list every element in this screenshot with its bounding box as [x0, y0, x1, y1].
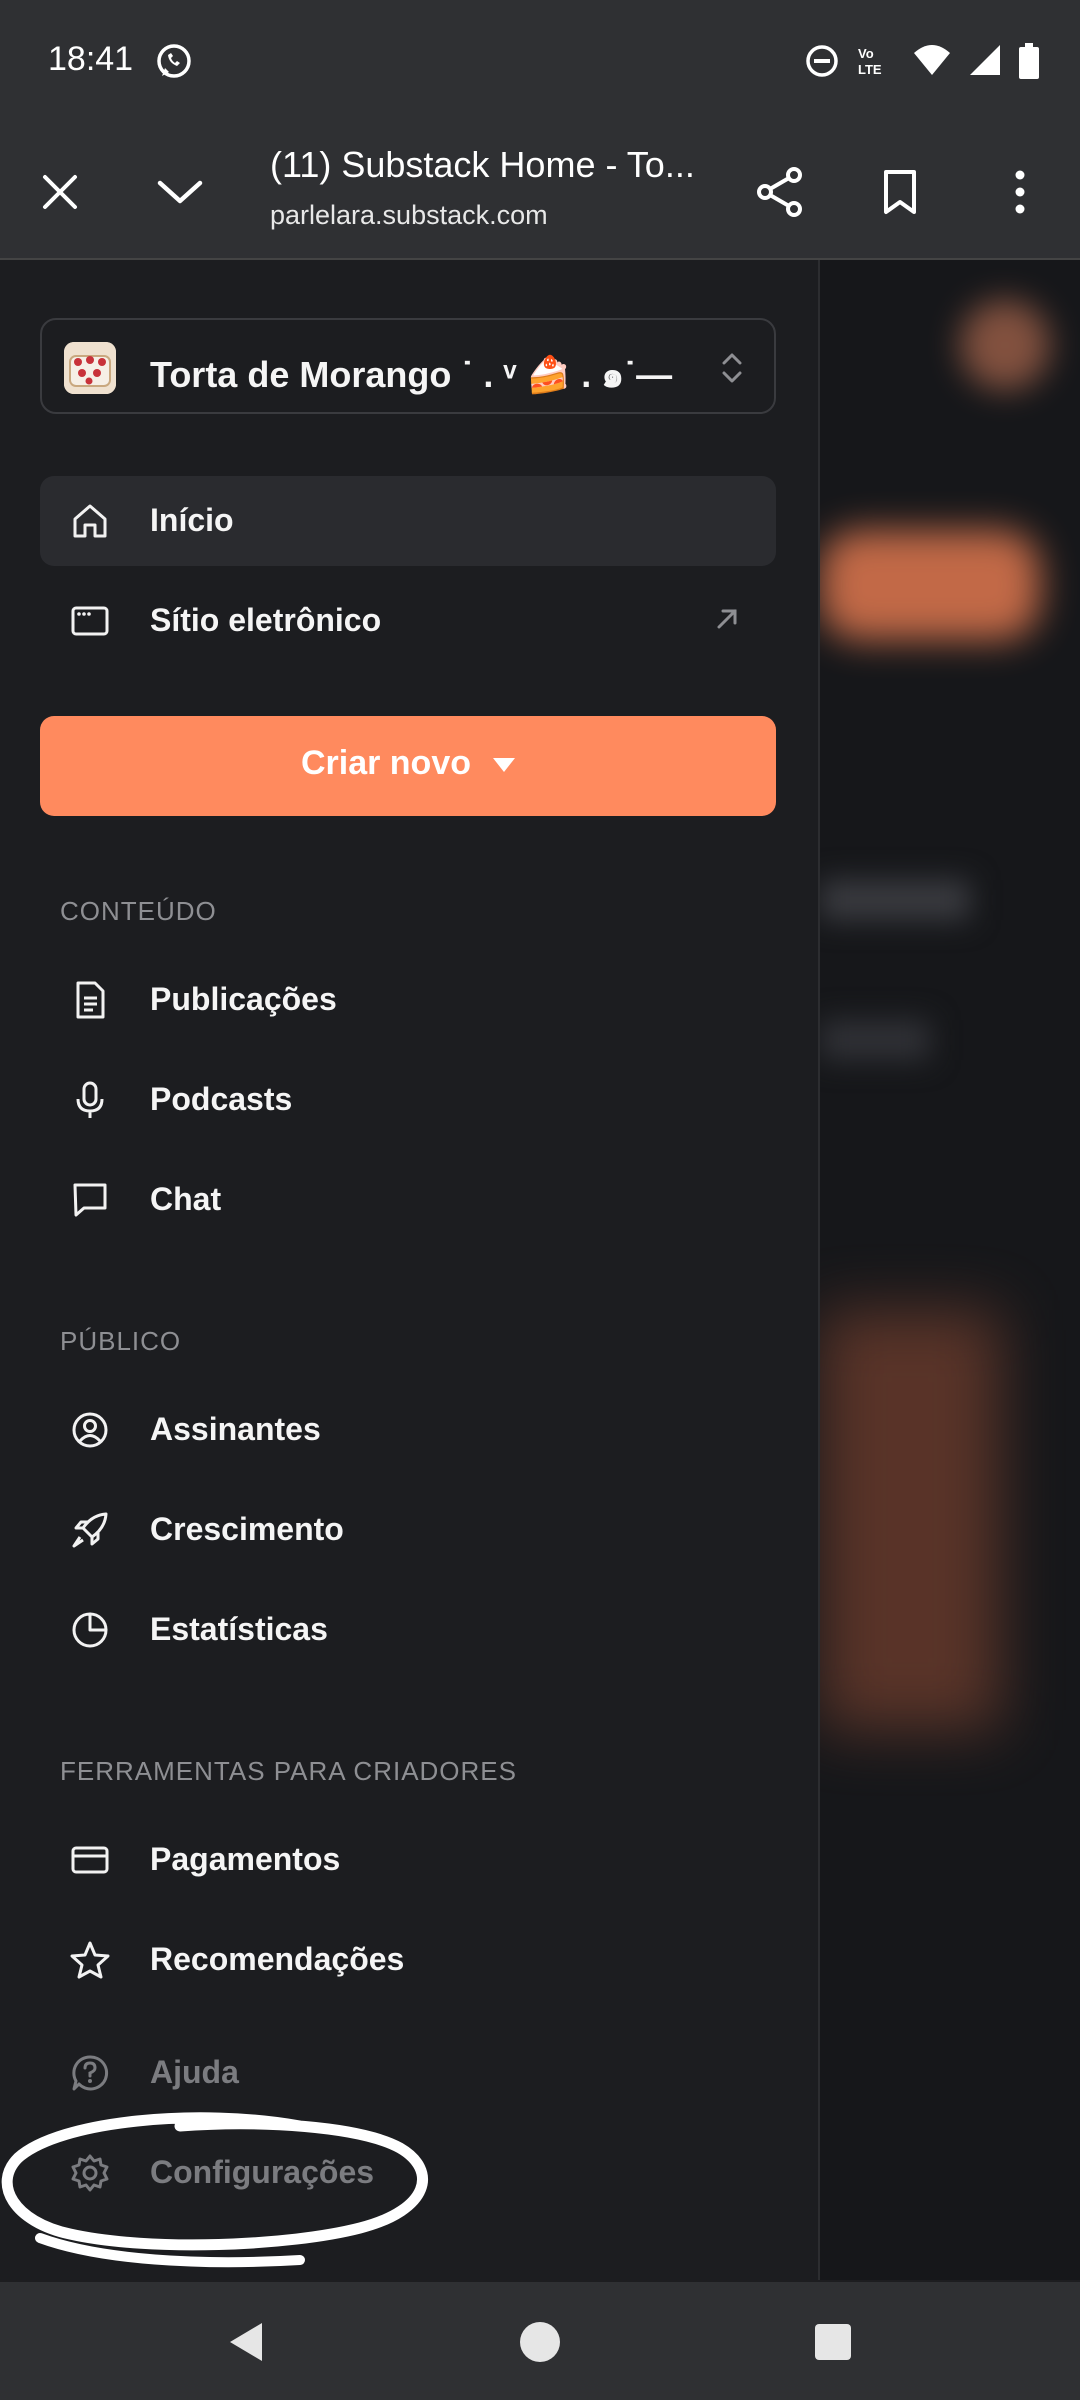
- rocket-icon: [70, 1510, 110, 1550]
- chevron-up-down-icon: [720, 350, 744, 391]
- signal-icon: [968, 43, 1002, 79]
- nav-label: Início: [150, 502, 234, 538]
- nav-item-chat[interactable]: Chat: [40, 1155, 776, 1245]
- nav-label: Estatísticas: [150, 1611, 328, 1647]
- share-icon[interactable]: [744, 156, 816, 228]
- nav-label: Podcasts: [150, 1081, 293, 1117]
- microphone-icon: [70, 1080, 110, 1120]
- publication-name: Torta de Morango ˙ . ᵛ 🍰 . ๑˙—: [150, 354, 673, 395]
- hand-drawn-circle-annotation: [1, 2112, 428, 2268]
- nav-item-sitio-eletronico[interactable]: Sítio eletrônico: [40, 576, 776, 666]
- nav-label: Crescimento: [150, 1511, 344, 1547]
- system-nav-bar: [0, 2282, 1080, 2400]
- nav-item-estatisticas[interactable]: Estatísticas: [40, 1585, 776, 1675]
- home-icon: [70, 501, 110, 541]
- nav-label: Assinantes: [150, 1411, 321, 1447]
- caret-down-icon: [493, 758, 516, 773]
- help-circle-icon: [70, 2053, 110, 2093]
- close-icon[interactable]: [24, 156, 96, 228]
- battery-icon: [1018, 42, 1040, 80]
- svg-text:Vo: Vo: [858, 46, 874, 61]
- publication-selector[interactable]: Torta de Morango ˙ . ᵛ 🍰 . ๑˙—: [40, 318, 776, 414]
- volte-icon: Vo LTE: [856, 43, 896, 79]
- nav-item-assinantes[interactable]: Assinantes: [40, 1385, 776, 1475]
- page-backdrop[interactable]: [820, 260, 1080, 2280]
- nav-label: Recomendações: [150, 1941, 405, 1977]
- svg-text:LTE: LTE: [858, 62, 882, 77]
- external-link-icon: [714, 606, 740, 637]
- status-bar: 18:41 Vo LTE: [0, 0, 1080, 128]
- recents-square-icon[interactable]: [803, 2312, 863, 2372]
- nav-item-inicio[interactable]: Início: [40, 476, 776, 566]
- chat-bubble-icon: [70, 1180, 110, 1220]
- browser-window-icon: [70, 601, 110, 641]
- whatsapp-icon: [154, 42, 194, 82]
- document-icon: [70, 980, 110, 1020]
- user-circle-icon: [70, 1410, 110, 1450]
- do-not-disturb-icon: [804, 43, 840, 79]
- section-title-conteudo: CONTEÚDO: [60, 896, 217, 926]
- status-time: 18:41: [48, 40, 134, 78]
- nav-item-crescimento[interactable]: Crescimento: [40, 1485, 776, 1575]
- create-new-button[interactable]: Criar novo: [40, 716, 776, 816]
- more-vert-icon[interactable]: [984, 156, 1056, 228]
- nav-item-pagamentos[interactable]: Pagamentos: [40, 1815, 776, 1905]
- publication-logo: [64, 342, 116, 394]
- star-icon: [70, 1940, 110, 1980]
- nav-label: Ajuda: [150, 2054, 239, 2090]
- create-new-label: Criar novo: [40, 744, 776, 783]
- nav-item-podcasts[interactable]: Podcasts: [40, 1055, 776, 1145]
- nav-item-ajuda[interactable]: Ajuda: [40, 2028, 776, 2118]
- page-title[interactable]: (11) Substack Home - To...: [270, 144, 695, 186]
- credit-card-icon: [70, 1840, 110, 1880]
- page-url[interactable]: parlelara.substack.com: [270, 200, 548, 231]
- section-title-ferramentas: FERRAMENTAS PARA CRIADORES: [60, 1756, 517, 1786]
- nav-label: Chat: [150, 1181, 222, 1217]
- nav-label: Sítio eletrônico: [150, 602, 382, 638]
- nav-item-recomendacoes[interactable]: Recomendações: [40, 1915, 776, 2005]
- navigation-drawer: Torta de Morango ˙ . ᵛ 🍰 . ๑˙— Início Sí…: [0, 260, 820, 2280]
- home-circle-icon[interactable]: [510, 2312, 570, 2372]
- nav-label: Pagamentos: [150, 1841, 341, 1877]
- browser-toolbar: (11) Substack Home - To... parlelara.sub…: [0, 128, 1080, 260]
- section-title-publico: PÚBLICO: [60, 1326, 182, 1356]
- chevron-down-icon[interactable]: [144, 156, 216, 228]
- nav-label: Publicações: [150, 981, 337, 1017]
- wifi-icon: [912, 43, 952, 79]
- bookmark-icon[interactable]: [864, 156, 936, 228]
- system-icons: Vo LTE: [804, 42, 1040, 80]
- pie-chart-icon: [70, 1610, 110, 1650]
- back-triangle-icon[interactable]: [216, 2312, 276, 2372]
- nav-item-publicacoes[interactable]: Publicações: [40, 955, 776, 1045]
